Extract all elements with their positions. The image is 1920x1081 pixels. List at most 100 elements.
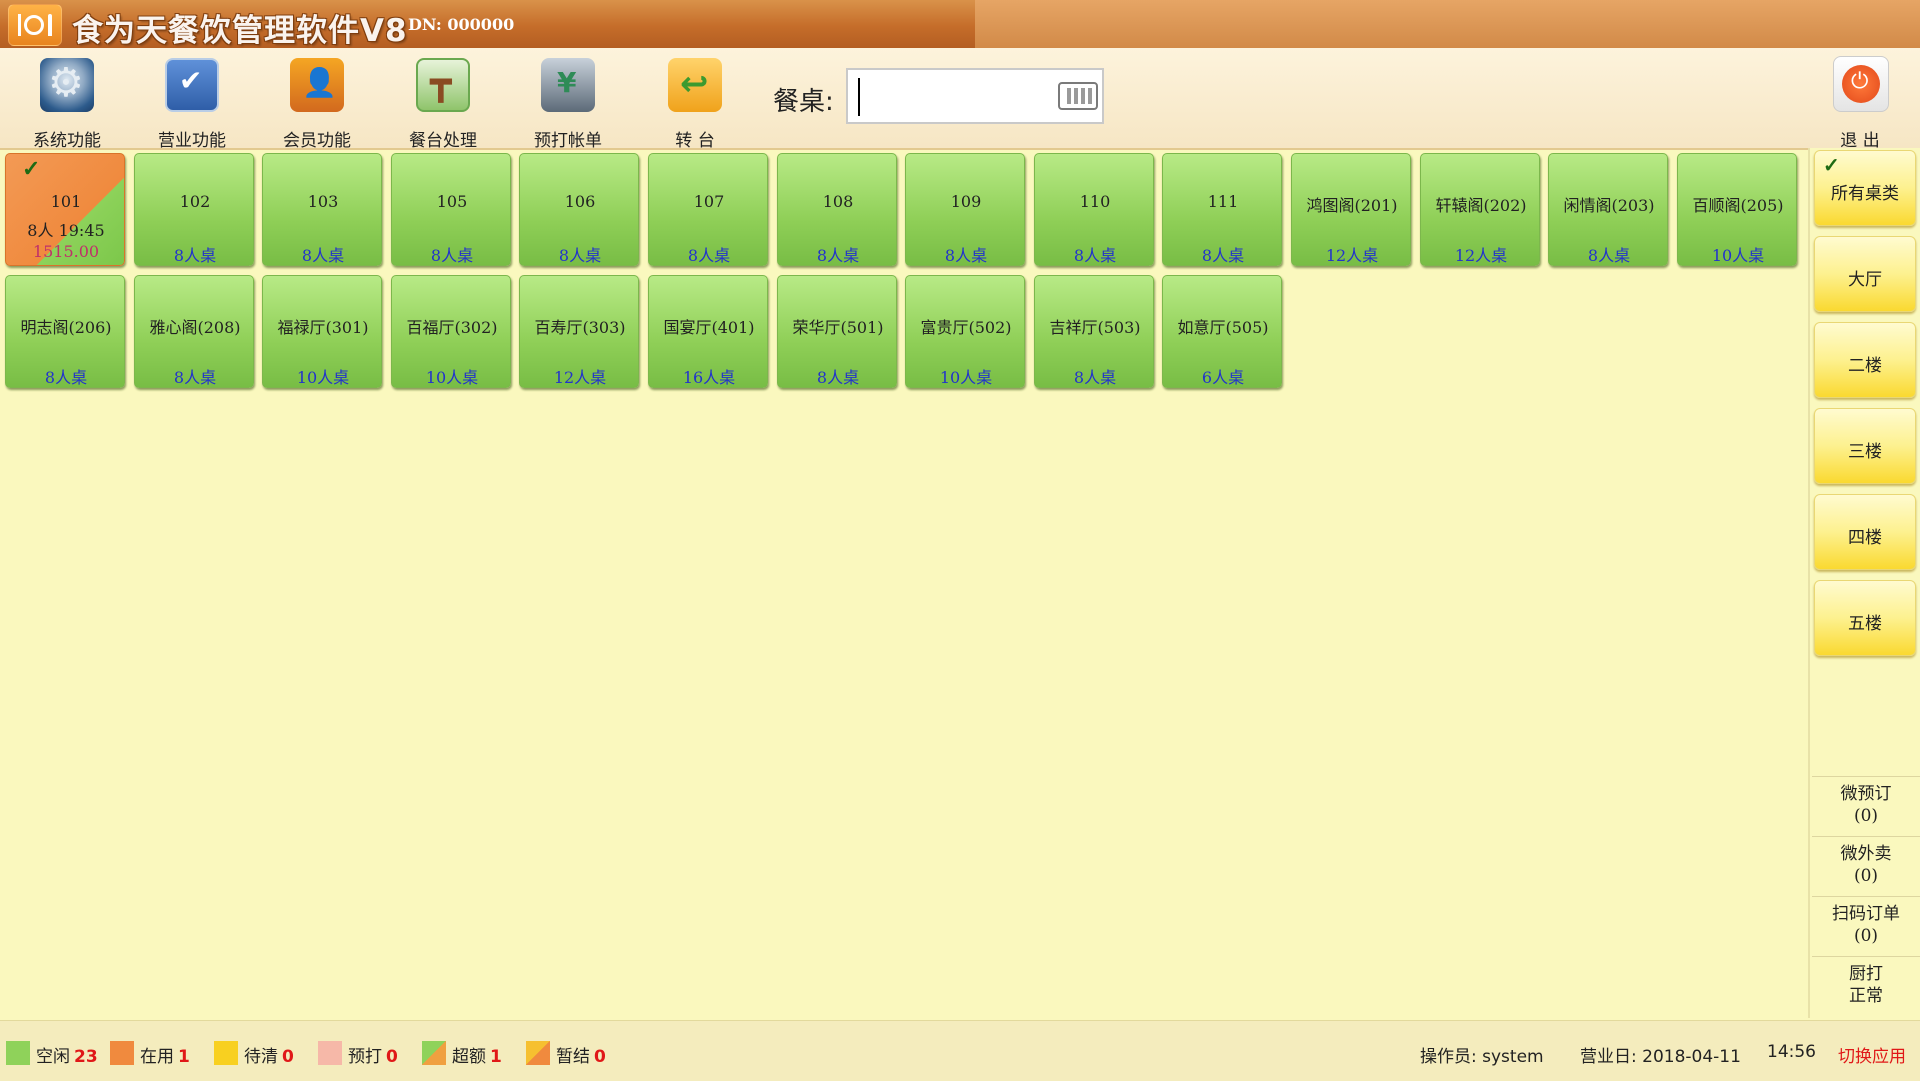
pre-print-bill-button[interactable]: 预打帐单 [513,54,623,151]
table-name: 富贵厅(502) [920,318,1012,337]
table-capacity: 8人桌 [430,246,474,265]
operator-label: 操作员: system [1420,1047,1544,1067]
table-capacity: 8人桌 [301,246,345,265]
area-button[interactable]: 大厅 [1814,236,1916,312]
switch-app-link[interactable]: 切换应用 [1838,1042,1906,1067]
title-bar: 食为天餐饮管理软件V8 DN: 000000 [0,0,1920,49]
table-amount: 1515.00 [32,242,100,261]
table-guests-time: 8人 19:45 [27,221,105,240]
table-name: 101 [50,192,82,211]
table-tile[interactable]: 鸿图阁(201) 12人桌 [1291,153,1411,266]
area-label: 四楼 [1848,528,1882,548]
order-channel-button[interactable]: 厨打 正常 [1812,956,1920,1015]
table-tile[interactable]: 福禄厅(301) 10人桌 [262,275,382,388]
table-name: 荣华厅(501) [792,318,884,337]
table-tile[interactable]: 102 8人桌 [134,153,254,266]
table-grid: ✓ 101 8人 19:45 1515.00 102 8人桌 103 8人桌 105 8人桌 106… [0,150,1805,1020]
table-name: 111 [1207,192,1239,211]
table-tile[interactable]: 106 8人桌 [519,153,639,266]
table-tile[interactable]: 富贵厅(502) 10人桌 [905,275,1025,388]
table-name: 107 [693,192,725,211]
table-search-input[interactable] [846,68,1104,124]
area-label: 所有桌类 [1831,184,1899,204]
legend-label: 预打 [348,1047,382,1067]
legend-count: 23 [74,1047,98,1067]
check-icon: ✓ [22,156,41,182]
table-capacity: 8人桌 [816,368,860,387]
table-tile[interactable]: 吉祥厅(503) 8人桌 [1034,275,1154,388]
table-name: 105 [436,192,468,211]
table-name: 103 [307,192,339,211]
legend-count: 1 [490,1047,502,1067]
table-tile[interactable]: 轩辕阁(202) 12人桌 [1420,153,1540,266]
table-tile[interactable]: 如意厅(505) 6人桌 [1162,275,1282,388]
table-tile[interactable]: 雅心阁(208) 8人桌 [134,275,254,388]
toolbar-label: 系统功能 [33,131,101,151]
table-name: 110 [1079,192,1111,211]
area-label: 三楼 [1848,442,1882,462]
area-button[interactable]: 四楼 [1814,494,1916,570]
toolbar-label: 会员功能 [283,131,351,151]
area-button[interactable]: 五楼 [1814,580,1916,656]
area-button[interactable]: 三楼 [1814,408,1916,484]
table-tile[interactable]: 百寿厅(303) 12人桌 [519,275,639,388]
table-tile[interactable]: 百顺阁(205) 10人桌 [1677,153,1797,266]
table-name: 108 [822,192,854,211]
checkmark-icon [165,58,219,112]
table-tile[interactable]: 荣华厅(501) 8人桌 [777,275,897,388]
table-tile[interactable]: 103 8人桌 [262,153,382,266]
table-capacity: 8人桌 [1201,246,1245,265]
member-function-button[interactable]: 会员功能 [262,54,372,151]
area-sidebar: ✓ 所有桌类 大厅 二楼 三楼 四楼 五楼 微预订 (0) 微外卖 (0) 扫码订单 (0) 厨打 正常 [1808,148,1920,1018]
table-tile[interactable]: 110 8人桌 [1034,153,1154,266]
exit-button[interactable]: 退 出 [1828,56,1892,151]
table-name: 明志阁(206) [20,318,112,337]
clock: 14:56 [1767,1042,1816,1062]
table-tile[interactable]: 105 8人桌 [391,153,511,266]
transfer-icon [668,58,722,112]
table-tile[interactable]: 108 8人桌 [777,153,897,266]
keyboard-icon[interactable] [1058,82,1098,110]
table-name: 吉祥厅(503) [1049,318,1141,337]
status-bar: 空闲 23 在用 1 待清 0 预打 0 超额 1 暂结 0 操作员: system 营业日: 201… [0,1020,1920,1081]
dining-table-icon [416,58,470,112]
title-bar-sheen [975,0,1920,48]
transfer-table-button[interactable]: 转 台 [640,54,750,151]
table-name: 102 [179,192,211,211]
order-channel-button[interactable]: 微预订 (0) [1812,776,1920,835]
table-name: 雅心阁(208) [149,318,241,337]
table-search-label: 餐桌: [773,87,834,117]
order-channel-button[interactable]: 微外卖 (0) [1812,836,1920,895]
legend-count: 0 [282,1047,294,1067]
area-label: 大厅 [1848,270,1882,290]
area-button[interactable]: 二楼 [1814,322,1916,398]
table-tile[interactable]: 明志阁(206) 8人桌 [5,275,125,388]
business-function-button[interactable]: 营业功能 [137,54,247,151]
legend-swatch [110,1041,134,1065]
table-tile[interactable]: 闲情阁(203) 8人桌 [1548,153,1668,266]
table-tile[interactable]: 百福厅(302) 10人桌 [391,275,511,388]
table-name: 百顺阁(205) [1692,196,1784,215]
channel-count: (0) [1853,806,1879,826]
table-name: 福禄厅(301) [277,318,369,337]
table-tile[interactable]: 107 8人桌 [648,153,768,266]
legend-label: 在用 [140,1047,174,1067]
table-name: 百福厅(302) [406,318,498,337]
table-tile[interactable]: 111 8人桌 [1162,153,1282,266]
channel-count: 正常 [1849,986,1883,1006]
table-capacity: 10人桌 [1711,246,1765,265]
table-tile[interactable]: 国宴厅(401) 16人桌 [648,275,768,388]
legend-count: 1 [178,1047,190,1067]
area-button[interactable]: ✓ 所有桌类 [1814,150,1916,226]
table-tile[interactable]: 109 8人桌 [905,153,1025,266]
check-icon: ✓ [1823,153,1840,177]
table-handling-button[interactable]: 餐台处理 [388,54,498,151]
table-capacity: 8人桌 [944,246,988,265]
table-tile[interactable]: ✓ 101 8人 19:45 1515.00 [5,153,125,266]
order-channel-button[interactable]: 扫码订单 (0) [1812,896,1920,955]
legend-swatch [422,1041,446,1065]
business-date: 营业日: 2018-04-11 [1580,1047,1741,1067]
channel-label: 微预订 [1840,784,1892,804]
system-function-button[interactable]: 系统功能 [12,54,122,151]
table-capacity: 8人桌 [1073,246,1117,265]
